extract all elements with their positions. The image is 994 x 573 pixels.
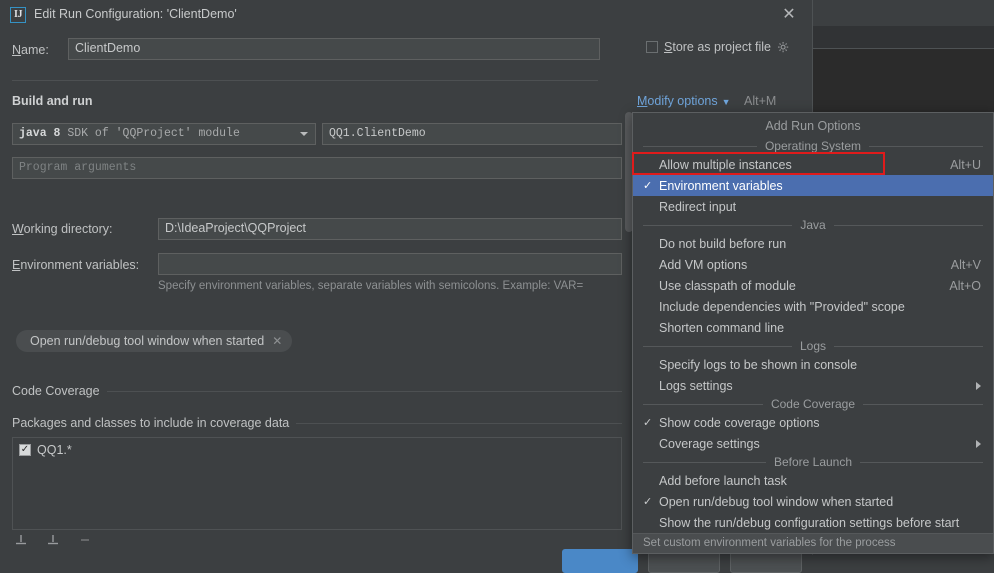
menu-item-use-classpath-of-module[interactable]: Use classpath of module Alt+O	[633, 275, 993, 296]
close-icon[interactable]: ✕	[272, 334, 282, 348]
open-run-debug-tool-window-chip[interactable]: Open run/debug tool window when started …	[16, 330, 292, 352]
check-icon: ✓	[643, 495, 652, 508]
dialog-titlebar: IJ Edit Run Configuration: 'ClientDemo' …	[0, 0, 812, 30]
menu-item-coverage-settings[interactable]: Coverage settings	[633, 433, 993, 454]
modify-options-link[interactable]: Modify options▼	[637, 94, 731, 108]
working-directory-input[interactable]: D:\IdeaProject\QQProject	[158, 218, 622, 240]
menu-item-label: Do not build before run	[659, 237, 786, 251]
modify-options-shortcut: Alt+M	[744, 94, 776, 108]
menu-item-label: Logs settings	[659, 379, 733, 393]
add-pattern-icon[interactable]	[14, 533, 28, 547]
menu-group-separator: Java	[633, 217, 993, 233]
main-class-input[interactable]: QQ1.ClientDemo	[322, 123, 622, 145]
menu-item-label: Add VM options	[659, 258, 747, 272]
name-label: Name:	[12, 43, 49, 57]
environment-variables-hint: Specify environment variables, separate …	[158, 280, 628, 292]
menu-item-label: Coverage settings	[659, 437, 760, 451]
modify-options-menu: Add Run Options Operating SystemAllow mu…	[632, 112, 994, 554]
add-class-icon[interactable]	[46, 533, 60, 547]
menu-item-shortcut: Alt+V	[951, 258, 981, 272]
menu-group-separator: Logs	[633, 338, 993, 354]
environment-variables-input[interactable]	[158, 253, 622, 275]
menu-item-add-vm-options[interactable]: Add VM options Alt+V	[633, 254, 993, 275]
environment-variables-label: Environment variables:	[12, 258, 139, 272]
chevron-down-icon[interactable]	[300, 132, 308, 136]
menu-item-label: Add before launch task	[659, 474, 787, 488]
sdk-module-combo[interactable]: java 8 SDK of 'QQProject' module	[12, 123, 316, 145]
menu-group-separator: Before Launch	[633, 454, 993, 470]
check-icon: ✓	[643, 416, 652, 429]
menu-item-label: Redirect input	[659, 200, 736, 214]
ok-button[interactable]	[562, 549, 638, 573]
menu-item-environment-variables[interactable]: ✓ Environment variables	[633, 175, 993, 196]
menu-item-show-code-coverage-options[interactable]: ✓ Show code coverage options	[633, 412, 993, 433]
coverage-patterns-list[interactable]: ✓ QQ1.*	[12, 437, 622, 530]
ide-tab-strip	[812, 26, 994, 49]
menu-item-label: Show the run/debug configuration setting…	[659, 516, 959, 530]
gear-icon[interactable]	[777, 41, 790, 54]
intellij-idea-icon: IJ	[10, 7, 26, 23]
menu-item-add-before-launch-task[interactable]: Add before launch task	[633, 470, 993, 491]
chevron-right-icon	[976, 382, 981, 390]
menu-group-title: Code Coverage	[763, 397, 863, 411]
build-and-run-title: Build and run	[12, 94, 93, 108]
chevron-right-icon	[976, 440, 981, 448]
menu-header: Add Run Options	[633, 115, 993, 138]
menu-group-separator: Code Coverage	[633, 396, 993, 412]
ide-toolbar-strip	[812, 0, 994, 26]
menu-item-redirect-input[interactable]: Redirect input	[633, 196, 993, 217]
menu-item-do-not-build-before-run[interactable]: Do not build before run	[633, 233, 993, 254]
menu-item-label: Show code coverage options	[659, 416, 820, 430]
menu-item-specify-logs-to-be-shown-in-console[interactable]: Specify logs to be shown in console	[633, 354, 993, 375]
menu-group-separator: Operating System	[633, 138, 993, 154]
menu-item-label: Open run/debug tool window when started	[659, 495, 893, 509]
coverage-list-toolbar	[14, 533, 92, 547]
store-as-project-file-checkbox[interactable]: Store as project file	[646, 40, 790, 54]
close-icon[interactable]: ✕	[778, 5, 800, 25]
coverage-item-checkbox[interactable]: ✓	[19, 444, 31, 456]
menu-group-title: Logs	[792, 339, 834, 353]
sdk-version-label: java 8	[19, 127, 60, 140]
list-item[interactable]: ✓ QQ1.*	[13, 438, 621, 462]
menu-item-include-dependencies-with-provided-scope[interactable]: Include dependencies with "Provided" sco…	[633, 296, 993, 317]
menu-item-shortcut: Alt+U	[950, 158, 981, 172]
dialog-title: Edit Run Configuration: 'ClientDemo'	[34, 7, 237, 21]
menu-group-title: Operating System	[757, 139, 869, 153]
remove-icon[interactable]	[78, 533, 92, 547]
store-checkbox-box[interactable]	[646, 41, 658, 53]
header-divider	[12, 80, 598, 81]
menu-footer-hint: Set custom environment variables for the…	[633, 533, 993, 553]
check-icon: ✓	[643, 179, 652, 192]
menu-item-label: Allow multiple instances	[659, 158, 792, 172]
program-arguments-input[interactable]: Program arguments	[12, 157, 622, 179]
name-input[interactable]: ClientDemo	[68, 38, 600, 60]
code-coverage-section-label: Code Coverage	[12, 384, 107, 398]
menu-item-label: Shorten command line	[659, 321, 784, 335]
sdk-module-label: SDK of 'QQProject' module	[67, 127, 240, 140]
menu-item-logs-settings[interactable]: Logs settings	[633, 375, 993, 396]
menu-group-title: Java	[792, 218, 833, 232]
menu-item-label: Include dependencies with "Provided" sco…	[659, 300, 905, 314]
menu-item-allow-multiple-instances[interactable]: Allow multiple instances Alt+U	[633, 154, 993, 175]
menu-item-show-the-run-debug-configuration-settings-before-start[interactable]: Show the run/debug configuration setting…	[633, 512, 993, 533]
menu-item-shortcut: Alt+O	[949, 279, 981, 293]
coverage-item-label: QQ1.*	[37, 443, 72, 457]
menu-item-label: Specify logs to be shown in console	[659, 358, 857, 372]
menu-item-open-run-debug-tool-window-when-started[interactable]: ✓ Open run/debug tool window when started	[633, 491, 993, 512]
chip-label: Open run/debug tool window when started	[30, 334, 264, 348]
name-row: Name: ClientDemo Store as project file	[0, 38, 812, 64]
store-as-project-file-label: Store as project file	[664, 40, 771, 54]
menu-group-title: Before Launch	[766, 455, 860, 469]
chevron-down-icon: ▼	[722, 97, 731, 107]
working-directory-label: Working directory:	[12, 222, 113, 236]
menu-item-label: Use classpath of module	[659, 279, 796, 293]
packages-label: Packages and classes to include in cover…	[12, 416, 296, 430]
menu-item-shorten-command-line[interactable]: Shorten command line	[633, 317, 993, 338]
menu-item-label: Environment variables	[659, 179, 783, 193]
